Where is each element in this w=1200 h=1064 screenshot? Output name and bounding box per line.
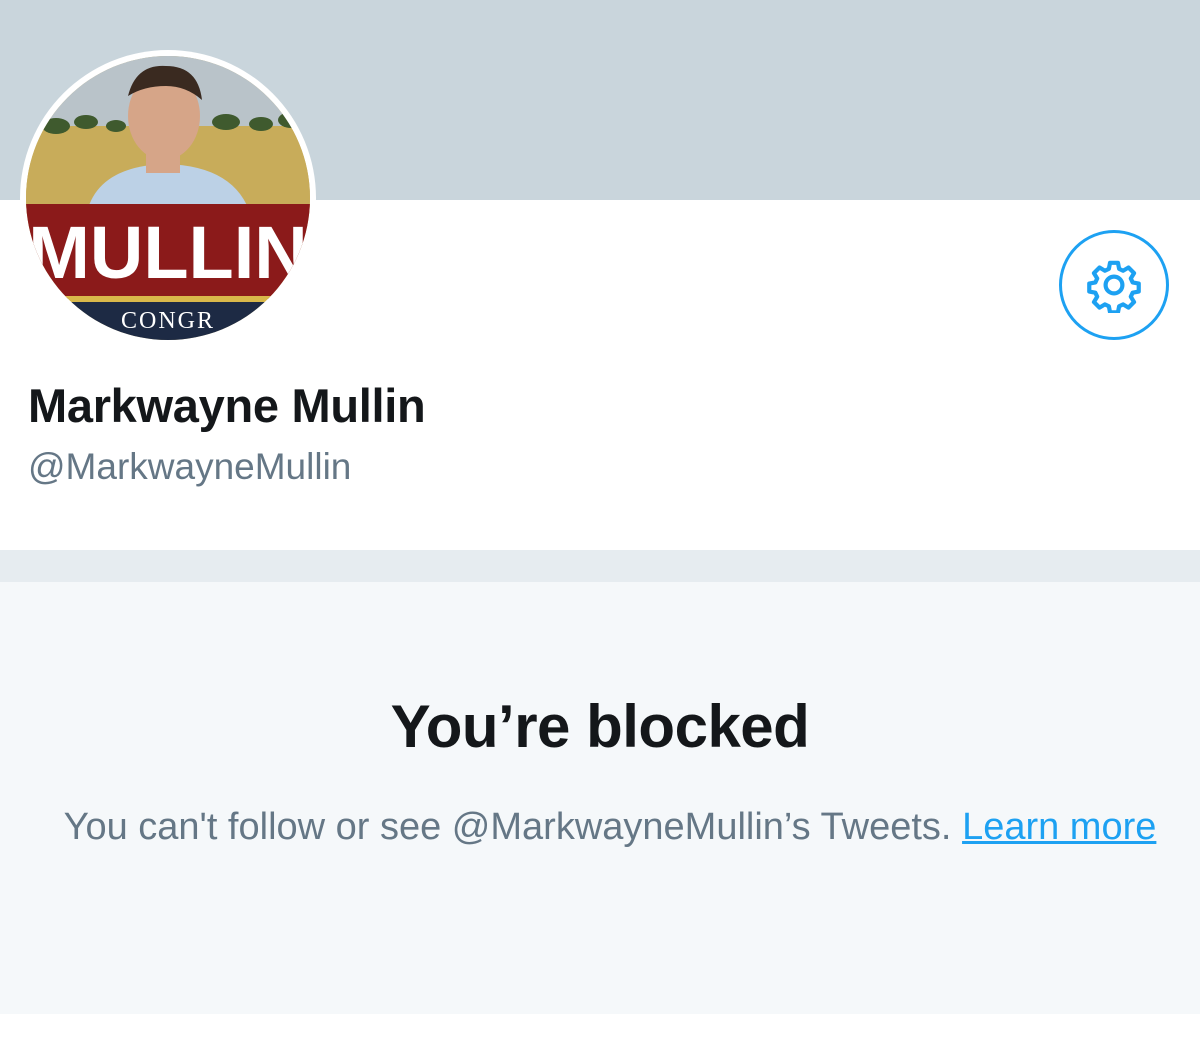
profile-page: MULLIN CONGR Markwayne Mullin @Markwayne… [0,0,1200,1064]
avatar-image: MULLIN CONGR [26,56,310,340]
settings-button[interactable] [1059,230,1169,340]
section-divider [0,550,1200,582]
avatar-sign-text: MULLIN [28,211,308,294]
gear-icon [1087,260,1141,313]
learn-more-link[interactable]: Learn more [962,806,1156,848]
blocked-title: You’re blocked [390,693,810,760]
bottom-strip [0,1014,1200,1064]
avatar[interactable]: MULLIN CONGR [20,50,316,346]
blocked-message-container: You can't follow or see @MarkwayneMullin… [60,800,1160,854]
avatar-subtext: CONGR [121,308,215,334]
profile-display-name: Markwayne Mullin [28,379,426,432]
blocked-message: You can't follow or see @MarkwayneMullin… [63,806,952,848]
blocked-notice: You’re blocked You can't follow or see @… [0,582,1200,1014]
profile-handle: @MarkwayneMullin [28,446,352,487]
